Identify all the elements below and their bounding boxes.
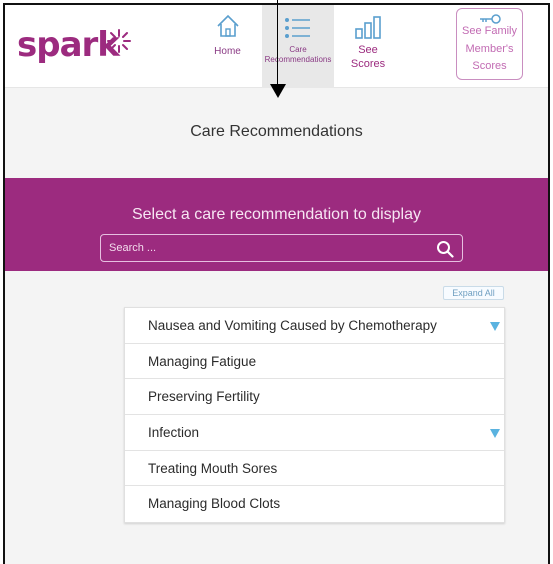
recommendation-label: Managing Fatigue	[148, 353, 257, 369]
recommendation-list: Nausea and Vomiting Caused by Chemothera…	[124, 307, 505, 524]
annotation-arrow-head	[270, 84, 286, 98]
nav-home-label: Home	[214, 46, 241, 57]
nav-care-recommendations-button[interactable]: Care Recommendations	[262, 5, 334, 88]
recommendation-item[interactable]: Treating Mouth Sores	[125, 450, 504, 487]
expand-all-button[interactable]: Expand All	[443, 286, 504, 300]
expand-caret-icon[interactable]	[490, 322, 500, 331]
search-banner: Select a care recommendation to display	[5, 178, 548, 271]
nav-home-button[interactable]: Home	[205, 5, 250, 58]
recommendation-label: Preserving Fertility	[148, 389, 260, 405]
home-icon	[216, 14, 239, 37]
recommendation-item[interactable]: Managing Fatigue	[125, 343, 504, 380]
recommendation-label: Managing Blood Clots	[148, 496, 281, 512]
recommendation-item[interactable]: Infection	[125, 415, 504, 451]
search-input[interactable]	[109, 239, 429, 257]
recommendation-label: Nausea and Vomiting Caused by Chemothera…	[148, 318, 437, 333]
nav-family-scores-button[interactable]: See Family Member's Scores	[456, 8, 523, 80]
banner-heading: Select a care recommendation to display	[131, 206, 422, 223]
expand-caret-icon[interactable]	[490, 429, 500, 439]
nav-family-label: See Family Member's Scores	[461, 25, 518, 73]
annotation-arrow-line	[277, 0, 278, 86]
recommendation-label: Treating Mouth Sores	[148, 460, 278, 476]
recommendation-item[interactable]: Nausea and Vomiting Caused by Chemothera…	[125, 308, 504, 344]
recommendation-item[interactable]: Managing Blood Clots	[125, 486, 504, 523]
bar-chart-icon	[355, 16, 381, 39]
page-title: Care Recommendations	[190, 123, 363, 140]
recommendation-item[interactable]: Preserving Fertility	[125, 379, 504, 416]
recommendation-label: Infection	[148, 425, 200, 441]
nav-scores-label: See Scores	[350, 44, 386, 71]
search-box	[100, 234, 463, 262]
nav-care-label: Care Recommendations	[264, 45, 332, 65]
search-icon[interactable]	[436, 240, 454, 258]
spark-logo: spark	[17, 25, 120, 65]
list-icon	[285, 18, 310, 38]
sparkle-icon	[107, 29, 131, 53]
nav-see-scores-button[interactable]: See Scores	[343, 5, 393, 72]
